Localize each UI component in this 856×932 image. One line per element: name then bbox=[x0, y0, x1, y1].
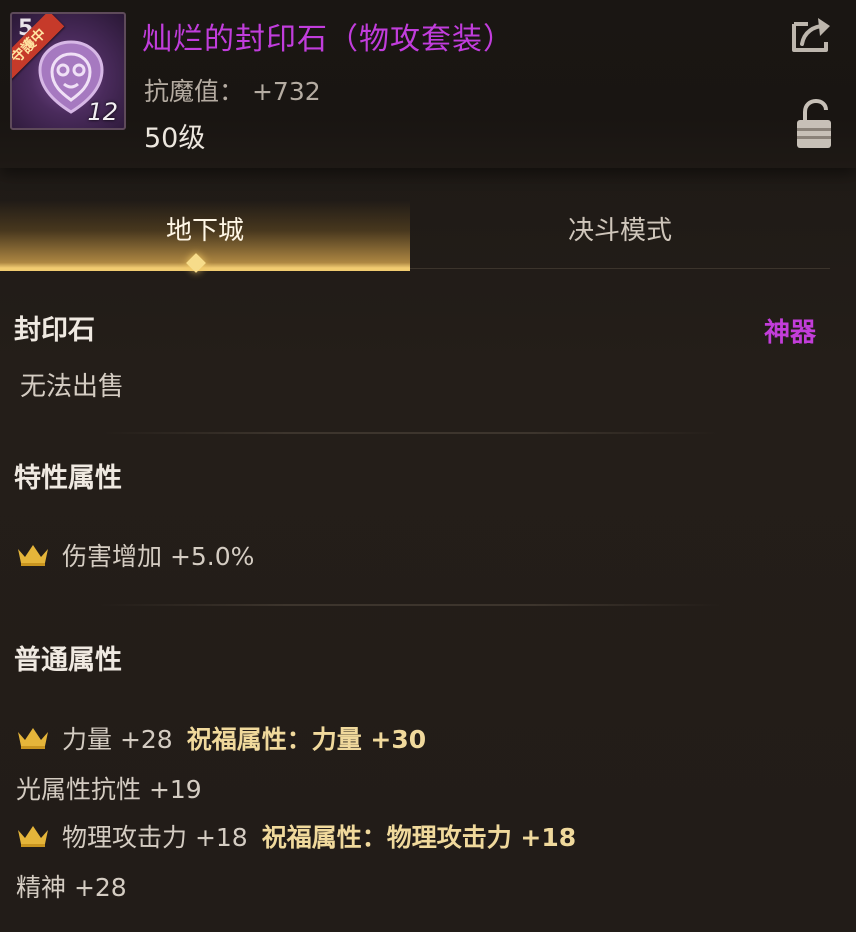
special-attrs-title: 特性属性 bbox=[14, 463, 122, 494]
rarity-label: 神器 bbox=[764, 318, 817, 348]
sell-restriction-text: 无法出售 bbox=[20, 372, 125, 402]
section-divider bbox=[100, 604, 720, 606]
special-attr-text: 伤害增加 +5.0% bbox=[62, 542, 255, 571]
crown-icon bbox=[18, 826, 48, 847]
mode-tabs: 地下城 决斗模式 bbox=[0, 200, 830, 271]
item-type-title: 封印石 bbox=[14, 315, 95, 346]
normal-attr-row: 力量 +28 祝福属性：力量 +30 bbox=[16, 720, 426, 756]
normal-attr-row: 物理攻击力 +18 祝福属性：物理攻击力 +18 bbox=[16, 818, 576, 854]
attr-text: 物理攻击力 +18 bbox=[62, 823, 248, 852]
item-title: 灿烂的封印石（物攻套装） bbox=[142, 22, 514, 57]
crown-icon bbox=[18, 545, 48, 566]
attr-text: 力量 +28 bbox=[62, 725, 173, 754]
normal-attrs-title: 普通属性 bbox=[14, 645, 122, 676]
item-header: 5 守護中 12 灿烂的封印石（物攻套装） 抗魔值： +732 50级 bbox=[0, 0, 856, 168]
item-stat-line: 抗魔值： +732 bbox=[144, 72, 321, 108]
blessing-attr-text: 祝福属性：物理攻击力 +18 bbox=[261, 823, 577, 852]
stat-value: +732 bbox=[251, 77, 321, 106]
item-level: 50级 bbox=[144, 123, 206, 154]
special-attr-row: 伤害增加 +5.0% bbox=[16, 537, 254, 573]
attr-text: 光属性抗性 +19 bbox=[16, 775, 202, 804]
tab-pvp[interactable]: 决斗模式 bbox=[410, 200, 830, 269]
tab-dungeon[interactable]: 地下城 bbox=[0, 200, 410, 271]
item-icon[interactable]: 5 守護中 12 bbox=[10, 12, 126, 130]
blessing-attr-text: 祝福属性：力量 +30 bbox=[186, 725, 427, 754]
item-stack-count: 12 bbox=[87, 98, 118, 126]
share-icon[interactable] bbox=[788, 14, 836, 56]
item-tooltip-panel: 5 守護中 12 灿烂的封印石（物攻套装） 抗魔值： +732 50级 地下城 … bbox=[0, 0, 856, 932]
section-divider bbox=[100, 432, 720, 434]
stat-label: 抗魔值： bbox=[144, 77, 245, 106]
lock-icon[interactable] bbox=[794, 98, 834, 150]
crown-icon bbox=[18, 728, 48, 749]
attr-text: 精神 +28 bbox=[16, 873, 127, 902]
